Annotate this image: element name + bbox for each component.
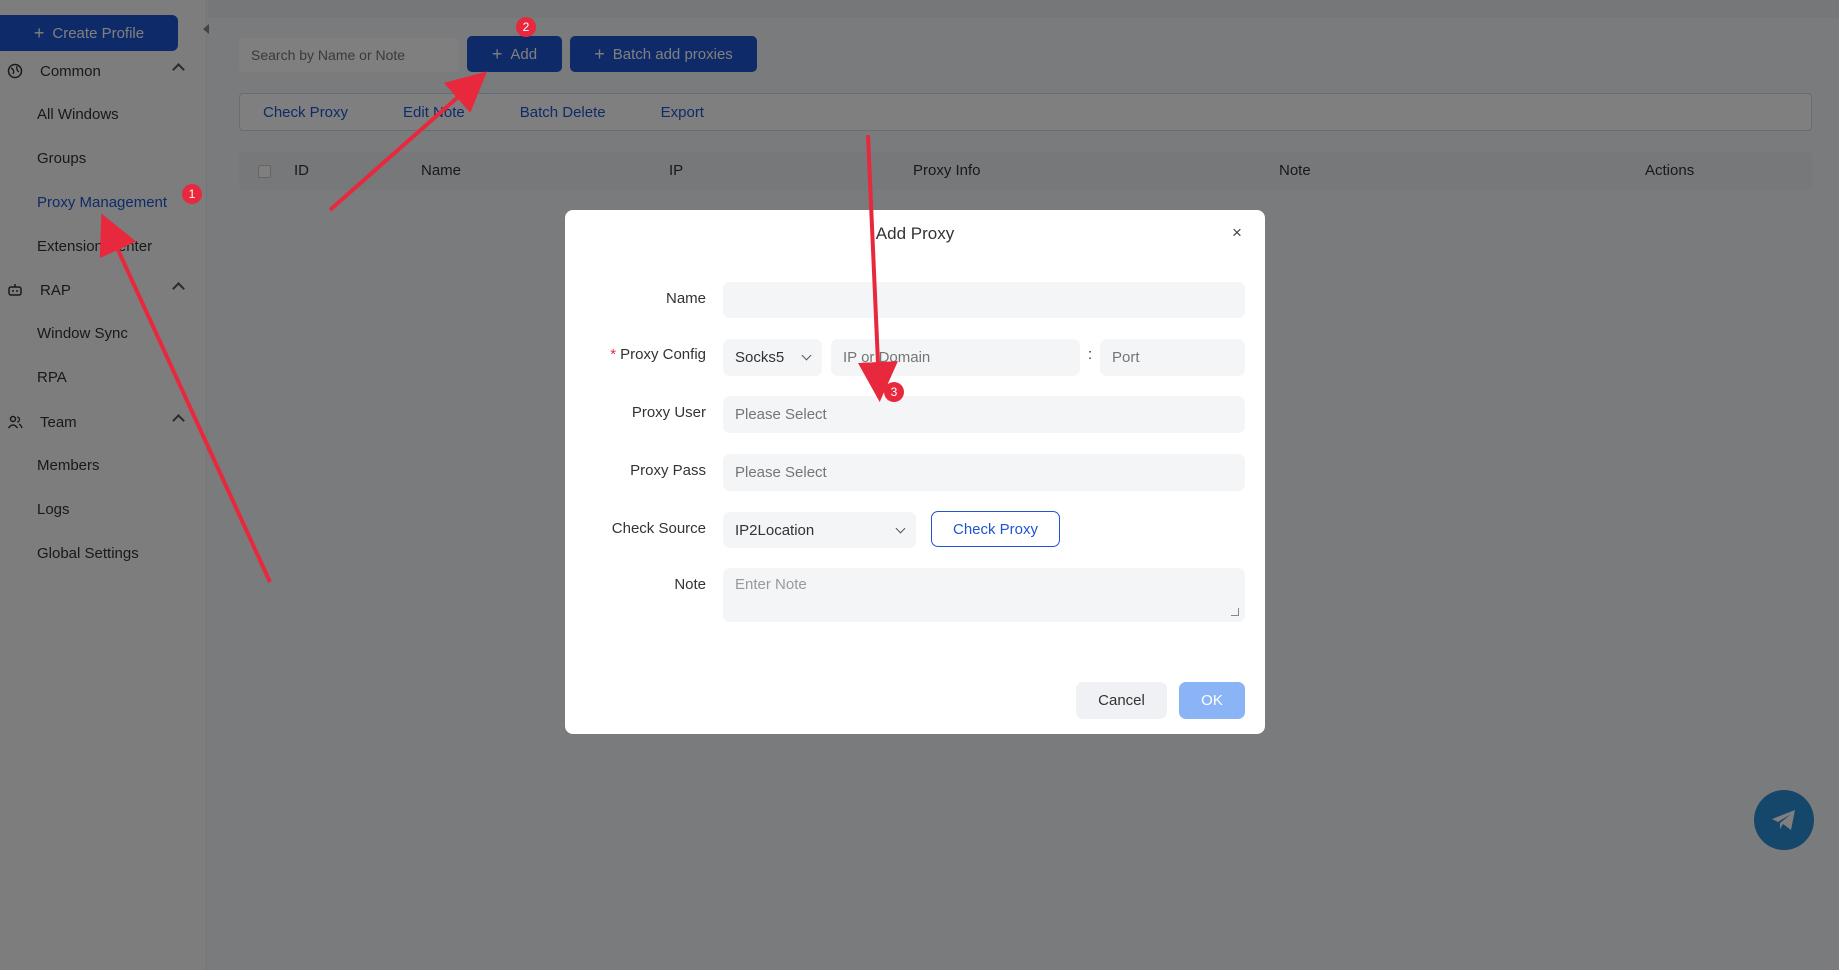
port-input[interactable] xyxy=(1100,339,1245,376)
proxy-pass-label: Proxy Pass xyxy=(630,462,706,479)
check-source-value: IP2Location xyxy=(735,521,815,539)
note-textarea[interactable]: Enter Note xyxy=(723,568,1245,622)
annotation-badge-2: 2 xyxy=(516,17,536,37)
chevron-down-icon xyxy=(895,523,906,533)
proxy-user-input[interactable] xyxy=(723,396,1245,433)
chevron-down-icon xyxy=(801,350,812,361)
proxy-pass-input[interactable] xyxy=(723,454,1245,491)
check-source-select[interactable]: IP2Location xyxy=(723,512,916,548)
cancel-button[interactable]: Cancel xyxy=(1076,682,1167,719)
host-port-separator: : xyxy=(1088,346,1093,363)
proxy-type-select[interactable]: Socks5 xyxy=(723,339,822,376)
name-label: Name xyxy=(665,290,706,307)
close-icon[interactable]: × xyxy=(1232,223,1242,243)
note-label: Note xyxy=(674,576,706,593)
note-placeholder: Enter Note xyxy=(735,576,807,593)
proxy-config-label: * Proxy Config xyxy=(610,346,706,363)
resize-handle-icon[interactable] xyxy=(1231,608,1239,616)
proxy-user-label: Proxy User xyxy=(631,404,706,421)
required-marker: * xyxy=(610,346,617,363)
ok-button[interactable]: OK xyxy=(1179,682,1245,719)
add-proxy-dialog: Add Proxy × Name *Proxy Config Socks5 : … xyxy=(565,210,1265,734)
proxy-type-value: Socks5 xyxy=(735,349,785,366)
annotation-badge-3: 3 xyxy=(884,382,904,402)
dialog-title: Add Proxy xyxy=(875,224,955,243)
check-proxy-button[interactable]: Check Proxy xyxy=(931,511,1060,547)
name-input[interactable] xyxy=(723,282,1245,318)
ip-domain-input[interactable] xyxy=(831,339,1080,376)
check-source-label: Check Source xyxy=(611,520,706,537)
annotation-badge-1: 1 xyxy=(182,184,202,204)
